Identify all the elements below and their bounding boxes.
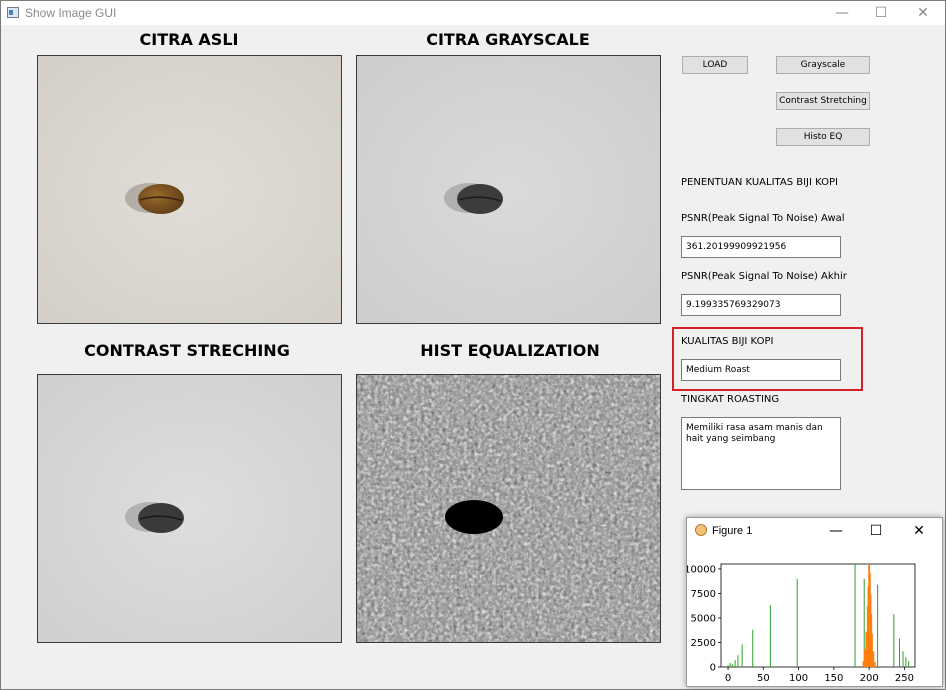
original-image-panel: [37, 55, 342, 324]
grayscale-coffee-bean-image: [357, 56, 660, 323]
figure-window[interactable]: Figure 1 — ☐ ✕ 0 2500 5000 7500 10000 0 50 100 1…: [686, 517, 943, 687]
y-tick-label: 7500: [691, 589, 716, 600]
close-button[interactable]: ✕: [905, 3, 941, 23]
x-tick-label: 250: [895, 673, 914, 684]
contrast-stretching-button[interactable]: Contrast Stretching: [776, 92, 870, 110]
psnr-final-label: PSNR(Peak Signal To Noise) Akhir: [681, 271, 847, 282]
figure-maximize-button[interactable]: ☐: [861, 521, 891, 541]
load-button[interactable]: LOAD: [682, 56, 748, 74]
grayscale-image-panel: [356, 55, 661, 324]
contrast-image-panel: [37, 374, 342, 643]
histo-eq-button[interactable]: Histo EQ: [776, 128, 870, 146]
y-tick-label: 5000: [691, 613, 716, 624]
grayscale-button[interactable]: Grayscale: [776, 56, 870, 74]
app-icon: [7, 7, 19, 18]
title-bar: Show Image GUI — ☐ ✕: [1, 1, 945, 25]
contrast-image-title: CONTRAST STRECHING: [84, 341, 290, 360]
x-tick-label: 100: [789, 673, 808, 684]
psnr-initial-label: PSNR(Peak Signal To Noise) Awal: [681, 213, 845, 224]
x-tick-label: 150: [824, 673, 843, 684]
y-tick-label: 0: [710, 663, 716, 674]
matplotlib-icon: [695, 524, 707, 536]
original-coffee-bean-image: [38, 56, 341, 323]
kualitas-field[interactable]: Medium Roast: [681, 359, 841, 381]
x-tick-label: 0: [725, 673, 731, 684]
y-tick-label: 2500: [691, 638, 716, 649]
quality-section-title: PENENTUAN KUALITAS BIJI KOPI: [681, 177, 838, 188]
histeq-image-panel: [356, 374, 661, 643]
axes-frame: [720, 563, 916, 668]
kualitas-label: KUALITAS BIJI KOPI: [681, 336, 774, 347]
figure-title: Figure 1: [712, 525, 753, 537]
tingkat-label: TINGKAT ROASTING: [681, 394, 780, 405]
tingkat-textarea[interactable]: Memiliki rasa asam manis dan hait yang s…: [681, 417, 841, 490]
x-tick-label: 200: [860, 673, 879, 684]
y-tick-label: 10000: [687, 564, 716, 575]
psnr-initial-field[interactable]: 361.20199909921956: [681, 236, 841, 258]
x-tick-label: 50: [757, 673, 770, 684]
histogram-chart: 0 2500 5000 7500 10000 0 50 100 150 200 250: [687, 563, 916, 684]
figure-minimize-button[interactable]: —: [821, 521, 851, 541]
minimize-button[interactable]: —: [824, 3, 860, 23]
original-image-title: CITRA ASLI: [139, 30, 239, 49]
window-title: Show Image GUI: [25, 6, 117, 20]
histeq-image-title: HIST EQUALIZATION: [420, 341, 600, 360]
contrast-coffee-bean-image: [38, 375, 341, 642]
grayscale-image-title: CITRA GRAYSCALE: [426, 30, 590, 49]
figure-close-button[interactable]: ✕: [904, 521, 934, 541]
maximize-button[interactable]: ☐: [863, 3, 899, 23]
histogram-chart-area: 0 2500 5000 7500 10000 0 50 100 150 200 250: [687, 546, 942, 686]
psnr-final-field[interactable]: 9.199335769329073: [681, 294, 841, 316]
histeq-coffee-bean-image: [357, 375, 660, 642]
